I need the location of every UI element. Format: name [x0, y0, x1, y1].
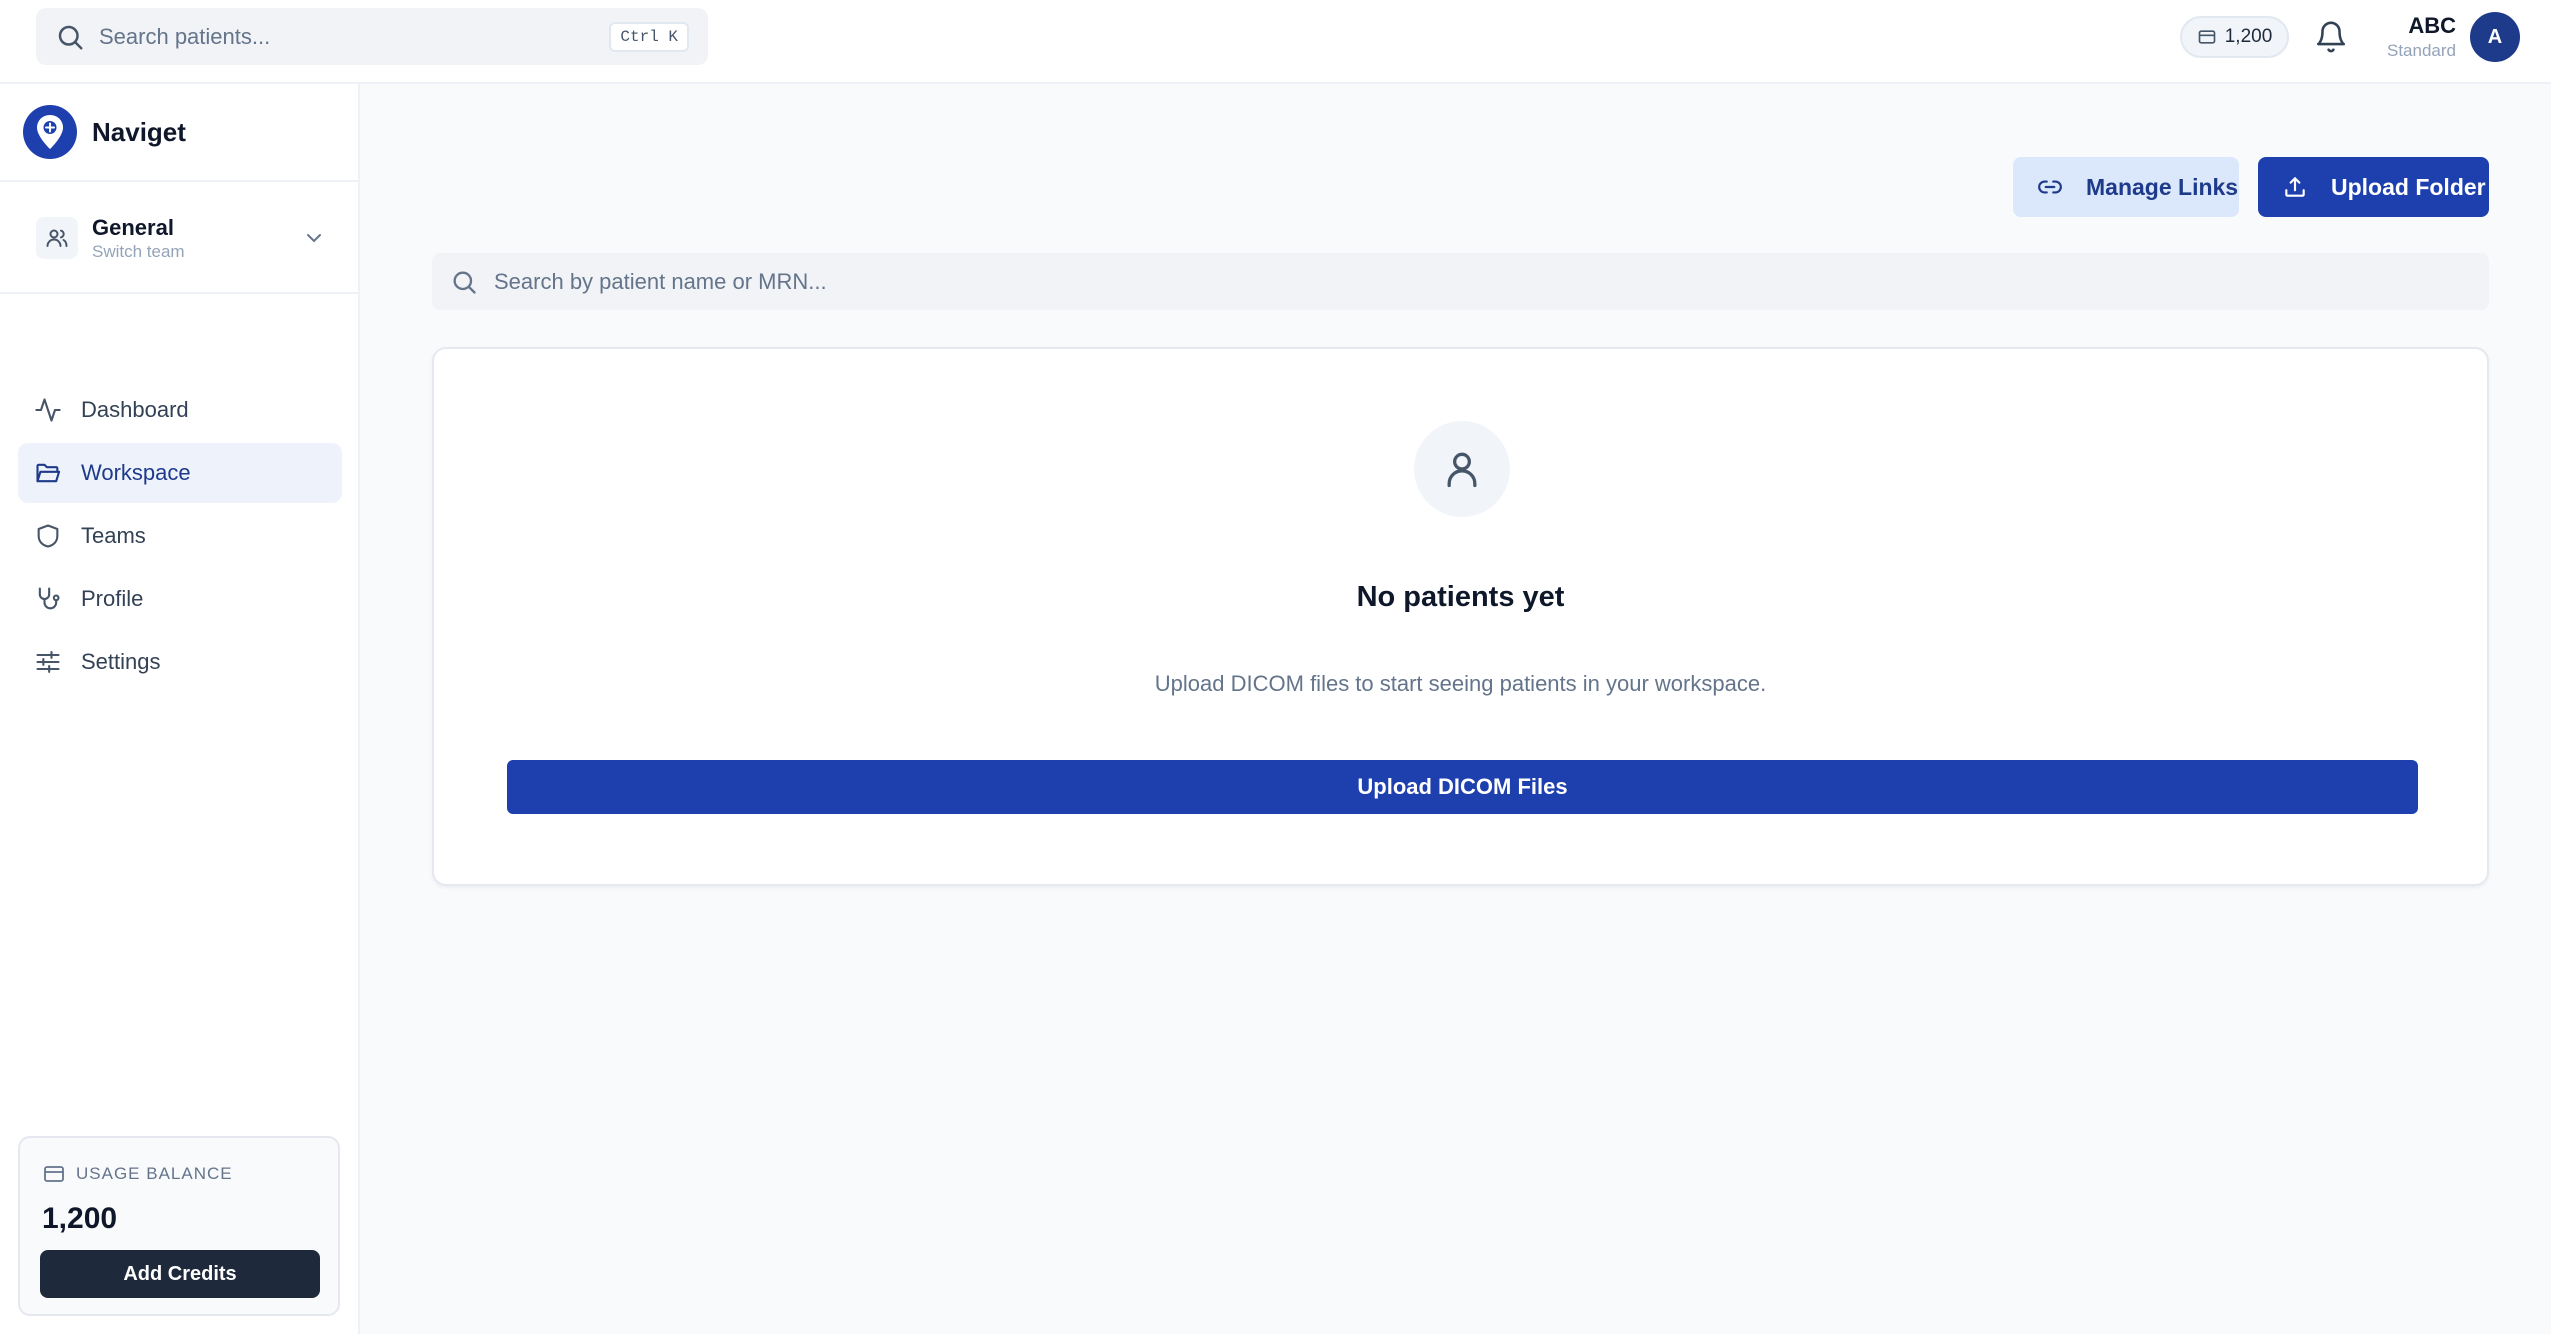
sidebar-item-teams[interactable]: Teams — [18, 506, 342, 566]
usage-balance-card: USAGE BALANCE 1,200 Add Credits — [18, 1136, 340, 1316]
sidebar-item-label: Teams — [81, 523, 146, 548]
bell-icon[interactable] — [2314, 20, 2348, 54]
sidebar-nav: Dashboard Workspace Teams Profile Settin… — [18, 380, 342, 695]
empty-state-description: Upload DICOM files to start seeing patie… — [1154, 671, 1767, 696]
chevron-down-icon — [302, 226, 326, 250]
empty-state-card: No patients yet Upload DICOM files to st… — [432, 347, 2489, 886]
folder-open-icon — [34, 459, 62, 487]
upload-folder-label: Upload Folder — [2331, 173, 2486, 200]
empty-state-title: No patients yet — [1356, 581, 1565, 613]
team-subtitle: Switch team — [92, 241, 185, 261]
patient-search-box[interactable] — [432, 253, 2489, 310]
usage-balance-title: USAGE BALANCE — [76, 1164, 233, 1183]
credit-card-icon — [42, 1162, 66, 1186]
sliders-icon — [34, 648, 62, 676]
manage-links-button[interactable]: Manage Links — [2013, 157, 2239, 217]
logo-icon — [22, 104, 78, 160]
credit-card-icon — [2197, 27, 2217, 47]
sidebar-item-label: Settings — [81, 649, 161, 674]
keyboard-shortcut-badge: Ctrl K — [609, 22, 689, 52]
sidebar-divider — [0, 292, 358, 294]
sidebar-item-settings[interactable]: Settings — [18, 632, 342, 692]
top-bar: Ctrl K 1,200 ABC Standard A — [0, 0, 2551, 84]
user-name: ABC — [2408, 13, 2456, 38]
upload-dicom-files-button[interactable]: Upload DICOM Files — [507, 760, 2418, 814]
user-icon — [1414, 421, 1510, 517]
global-search-input[interactable] — [99, 23, 599, 50]
add-credits-button[interactable]: Add Credits — [40, 1250, 320, 1298]
avatar[interactable]: A — [2470, 12, 2520, 62]
sidebar-item-label: Profile — [81, 586, 144, 611]
brand-name: Naviget — [92, 116, 186, 147]
link-icon — [2037, 174, 2063, 200]
credits-badge[interactable]: 1,200 — [2180, 16, 2289, 58]
upload-folder-button[interactable]: Upload Folder — [2258, 157, 2489, 217]
stethoscope-icon — [34, 585, 62, 613]
sidebar-divider — [0, 180, 358, 182]
search-icon — [55, 22, 85, 52]
team-switcher[interactable]: General Switch team — [36, 208, 336, 268]
activity-icon — [34, 396, 62, 424]
credits-count: 1,200 — [2224, 26, 2273, 47]
sidebar-item-profile[interactable]: Profile — [18, 569, 342, 629]
search-icon — [450, 268, 478, 296]
shield-icon — [34, 522, 62, 550]
users-icon — [36, 217, 78, 259]
sidebar-item-dashboard[interactable]: Dashboard — [18, 380, 342, 440]
patient-search-input[interactable] — [494, 268, 2394, 295]
sidebar: Naviget General Switch team Dashboard Wo… — [0, 84, 360, 1334]
usage-balance-value: 1,200 — [42, 1202, 118, 1235]
manage-links-label: Manage Links — [2086, 173, 2239, 200]
user-plan: Standard — [2387, 41, 2456, 60]
sidebar-item-workspace[interactable]: Workspace — [18, 443, 342, 503]
sidebar-item-label: Workspace — [81, 460, 191, 485]
global-search-box[interactable]: Ctrl K — [36, 8, 708, 65]
team-name: General — [92, 214, 174, 240]
sidebar-item-label: Dashboard — [81, 397, 189, 422]
upload-icon — [2282, 174, 2308, 200]
user-menu[interactable]: ABC Standard — [2360, 12, 2456, 62]
brand[interactable]: Naviget — [22, 104, 186, 160]
